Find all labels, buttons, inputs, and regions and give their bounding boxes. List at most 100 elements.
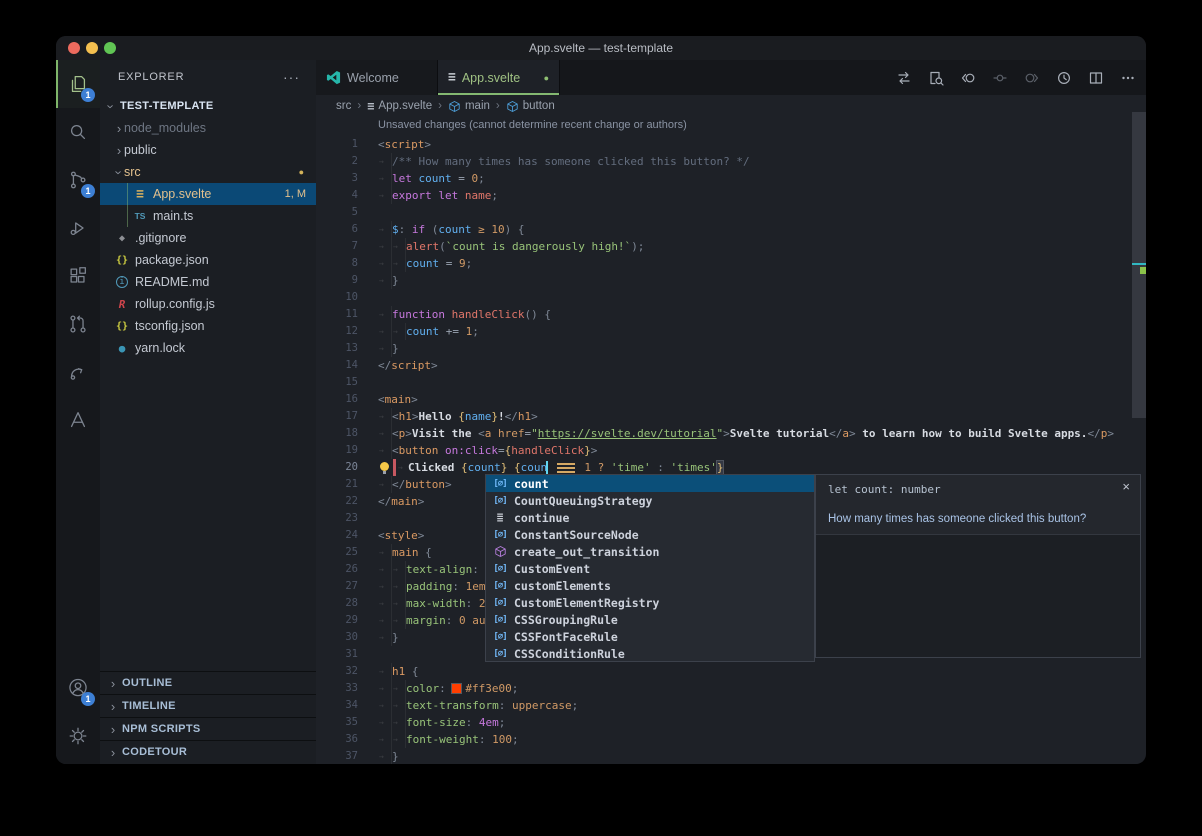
sidebar-title: EXPLORER xyxy=(118,60,184,95)
code-line-15[interactable]: 15 xyxy=(316,374,1132,391)
line-number: 16 xyxy=(316,391,358,408)
activity-item-explorer[interactable]: 1 xyxy=(56,60,100,108)
activity-item-search[interactable] xyxy=(56,108,100,156)
breadcrumb-item-src[interactable]: src xyxy=(336,100,351,112)
suggestion-item-count[interactable]: [∅]count xyxy=(486,475,814,492)
code-line-17[interactable]: 17<h1>Hello {name}!</h1> xyxy=(316,408,1132,425)
settings-icon xyxy=(67,725,89,747)
tree-item-yarn.lock[interactable]: ●yarn.lock xyxy=(100,337,316,359)
tree-item-rollup.config.js[interactable]: Rrollup.config.js xyxy=(100,293,316,315)
navigate-back-icon[interactable] xyxy=(960,70,976,86)
tree-item-tsconfig.json[interactable]: {}tsconfig.json xyxy=(100,315,316,337)
suggestion-item-create_out_transition[interactable]: create_out_transition xyxy=(486,543,814,560)
tree-item-App.svelte[interactable]: ≡App.svelte1, M xyxy=(100,183,316,205)
code-line-9[interactable]: 9} xyxy=(316,272,1132,289)
close-icon[interactable]: × xyxy=(1122,479,1130,494)
suggestion-item-CSSFontFaceRule[interactable]: [∅]CSSFontFaceRule xyxy=(486,628,814,645)
code-line-35[interactable]: 35font-size: 4em; xyxy=(316,714,1132,731)
code-line-14[interactable]: 14</script> xyxy=(316,357,1132,374)
activity-item-github-pull-requests[interactable] xyxy=(56,300,100,348)
suggestion-item-CSSGroupingRule[interactable]: [∅]CSSGroupingRule xyxy=(486,611,814,628)
breadcrumb-separator: › xyxy=(357,100,361,112)
tab-app-svelte[interactable]: ≡App.svelte● xyxy=(438,60,560,95)
code-editor[interactable]: Unsaved changes (cannot determine recent… xyxy=(316,117,1132,764)
code-line-16[interactable]: 16<main> xyxy=(316,391,1132,408)
compare-changes-icon[interactable] xyxy=(896,70,912,86)
activity-item-live-share[interactable] xyxy=(56,348,100,396)
suggestion-item-continue[interactable]: ≣continue xyxy=(486,509,814,526)
code-line-1[interactable]: 1<script> xyxy=(316,136,1132,153)
code-line-36[interactable]: 36font-weight: 100; xyxy=(316,731,1132,748)
tree-item-.gitignore[interactable]: ◆.gitignore xyxy=(100,227,316,249)
suggestion-item-CountQueuingStrategy[interactable]: [∅]CountQueuingStrategy xyxy=(486,492,814,509)
code-line-7[interactable]: 7alert(`count is dangerously high!`); xyxy=(316,238,1132,255)
code-line-10[interactable]: 10 xyxy=(316,289,1132,306)
code-line-4[interactable]: 4export let name; xyxy=(316,187,1132,204)
activity-item-extensions[interactable] xyxy=(56,252,100,300)
panel-header-timeline[interactable]: ›TIMELINE xyxy=(100,694,316,717)
activity-item-settings[interactable] xyxy=(56,712,100,760)
symbol-variable-icon: [∅] xyxy=(492,581,508,591)
code-line-13[interactable]: 13} xyxy=(316,340,1132,357)
tree-indent-guide xyxy=(127,183,128,227)
more-actions-icon[interactable] xyxy=(1120,70,1136,86)
workspace-name: TEST-TEMPLATE xyxy=(120,100,214,112)
symbol-cube-icon xyxy=(448,100,461,113)
breadcrumb-item-app-svelte[interactable]: ≡App.svelte xyxy=(367,99,432,113)
whitespace-tab xyxy=(378,595,392,612)
explorer-actions-icon[interactable]: ··· xyxy=(283,60,300,95)
line-number: 21 xyxy=(316,476,358,493)
panel-header-codetour[interactable]: ›CODETOUR xyxy=(100,740,316,763)
file-history-icon[interactable] xyxy=(1056,70,1072,86)
code-line-5[interactable]: 5 xyxy=(316,204,1132,221)
tab-welcome[interactable]: Welcome xyxy=(316,60,438,95)
code-line-8[interactable]: 8count = 9; xyxy=(316,255,1132,272)
line-number: 27 xyxy=(316,578,358,595)
suggestion-item-customElements[interactable]: [∅]customElements xyxy=(486,577,814,594)
suggestion-item-ConstantSourceNode[interactable]: [∅]ConstantSourceNode xyxy=(486,526,814,543)
color-swatch[interactable] xyxy=(452,684,461,693)
lightbulb-icon[interactable] xyxy=(378,459,393,476)
tree-item-README.md[interactable]: iREADME.md xyxy=(100,271,316,293)
breadcrumb-item-main[interactable]: main xyxy=(448,100,490,113)
breadcrumb-item-button[interactable]: button xyxy=(506,100,555,113)
next-change-icon[interactable] xyxy=(1024,70,1040,86)
file-label: rollup.config.js xyxy=(135,297,215,311)
activity-item-azure[interactable] xyxy=(56,396,100,444)
code-line-19[interactable]: 19<button on:click={handleClick}> xyxy=(316,442,1132,459)
panel-header-outline[interactable]: ›OUTLINE xyxy=(100,671,316,694)
code-line-33[interactable]: 33color: #ff3e00; xyxy=(316,680,1132,697)
whitespace-tab xyxy=(392,697,406,714)
whitespace-tab xyxy=(378,731,392,748)
activity-item-source-control[interactable]: 1 xyxy=(56,156,100,204)
activity-item-accounts[interactable]: 1 xyxy=(56,664,100,712)
split-editor-icon[interactable] xyxy=(1088,70,1104,86)
panel-header-npm-scripts[interactable]: ›NPM SCRIPTS xyxy=(100,717,316,740)
open-changes-icon[interactable] xyxy=(928,70,944,86)
tree-item-package.json[interactable]: {}package.json xyxy=(100,249,316,271)
previous-change-icon[interactable] xyxy=(992,70,1008,86)
suggestion-item-CustomElementRegistry[interactable]: [∅]CustomElementRegistry xyxy=(486,594,814,611)
code-line-11[interactable]: 11function handleClick() { xyxy=(316,306,1132,323)
tree-item-src[interactable]: ›src● xyxy=(100,161,316,183)
info-file-icon: i xyxy=(114,276,130,288)
workspace-section-header[interactable]: › TEST-TEMPLATE xyxy=(100,95,316,117)
whitespace-tab xyxy=(392,731,406,748)
code-line-12[interactable]: 12count += 1; xyxy=(316,323,1132,340)
scrollbar-thumb[interactable] xyxy=(1132,112,1146,418)
code-line-2[interactable]: 2/** How many times has someone clicked … xyxy=(316,153,1132,170)
code-line-37[interactable]: 37} xyxy=(316,748,1132,764)
code-line-3[interactable]: 3let count = 0; xyxy=(316,170,1132,187)
activity-item-run-and-debug[interactable] xyxy=(56,204,100,252)
json-file-icon: {} xyxy=(114,321,130,332)
suggestion-item-CustomEvent[interactable]: [∅]CustomEvent xyxy=(486,560,814,577)
code-line-6[interactable]: 6$: if (count ≥ 10) { xyxy=(316,221,1132,238)
code-line-32[interactable]: 32h1 { xyxy=(316,663,1132,680)
tree-item-public[interactable]: ›public xyxy=(100,139,316,161)
suggestion-item-CSSConditionRule[interactable]: [∅]CSSConditionRule xyxy=(486,645,814,662)
tree-item-node_modules[interactable]: ›node_modules xyxy=(100,117,316,139)
code-line-18[interactable]: 18<p>Visit the <a href="https://svelte.d… xyxy=(316,425,1132,442)
tree-item-main.ts[interactable]: TSmain.ts xyxy=(100,205,316,227)
panel-label: TIMELINE xyxy=(122,700,176,712)
code-line-34[interactable]: 34text-transform: uppercase; xyxy=(316,697,1132,714)
